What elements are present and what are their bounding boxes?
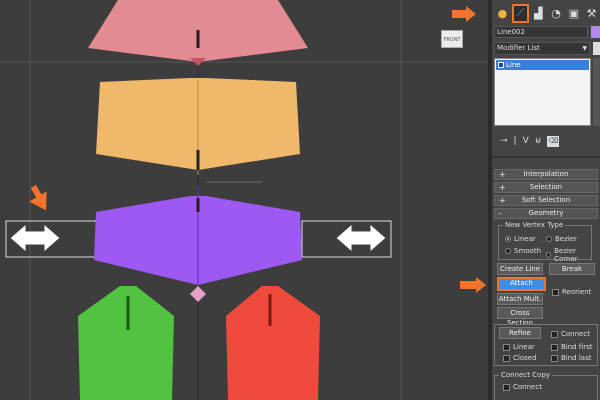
- viewport-scene[interactable]: [0, 0, 488, 400]
- hierarchy-tab[interactable]: ▟: [530, 4, 547, 23]
- annotation-arrow-icon: [460, 277, 486, 293]
- command-tabs: ● ⟋ ▟ ◔ ▣ ⚒: [492, 2, 600, 24]
- stack-item-label: Line: [506, 61, 521, 69]
- refine-button[interactable]: Refine: [499, 327, 541, 339]
- checkbox-box: [551, 330, 558, 338]
- show-end-result-icon[interactable]: |: [514, 136, 517, 146]
- radio-dot: [546, 252, 552, 258]
- stack-toolbar: ⊸ | Ⅴ ⊌ ⌫: [496, 134, 600, 148]
- refine-group: Refine Connect Linear Bind first Closed …: [494, 324, 598, 366]
- connect-copy-checkbox[interactable]: Connect: [503, 383, 542, 391]
- radio-bezier[interactable]: Bezier: [546, 235, 577, 243]
- checkbox-label: Connect: [561, 330, 590, 338]
- modifier-stack[interactable]: Line: [494, 58, 591, 126]
- shape-purple-pivot: [190, 286, 206, 302]
- checkbox-box: [551, 354, 558, 362]
- checkbox-label: Reorient: [562, 288, 592, 296]
- configure-sets-icon[interactable]: ⌫: [547, 135, 560, 147]
- rollout-label: Selection: [529, 183, 563, 191]
- checkbox-box: [551, 343, 558, 351]
- checkbox-box: [552, 288, 559, 296]
- display-tab[interactable]: ▣: [565, 4, 582, 23]
- checkbox-label: Bind last: [561, 354, 592, 362]
- radio-linear[interactable]: Linear: [505, 235, 536, 243]
- expand-icon: +: [499, 170, 506, 179]
- checkbox-label: Connect: [513, 383, 542, 391]
- reorient-checkbox[interactable]: Reorient: [552, 288, 591, 296]
- checkbox-label: Linear: [513, 343, 535, 351]
- modifier-list-dropdown[interactable]: Modifier List ▼: [494, 42, 590, 55]
- object-name-field[interactable]: Line002: [494, 26, 588, 38]
- shape-green[interactable]: [78, 286, 174, 400]
- checkbox-label: Bind first: [561, 343, 593, 351]
- radio-label: Bezier Corner: [554, 247, 578, 263]
- rollout-geometry[interactable]: - Geometry: [494, 208, 598, 219]
- rollout-soft-selection[interactable]: + Soft Selection: [494, 195, 598, 206]
- cross-section-button[interactable]: Cross Section: [497, 307, 543, 327]
- new-vertex-type-group: New Vertex Type Linear Bezier Smooth Bez…: [498, 221, 592, 263]
- motion-tab[interactable]: ◔: [548, 4, 565, 23]
- object-color-swatch[interactable]: [591, 26, 600, 38]
- remove-modifier-icon[interactable]: ⊌: [535, 136, 542, 146]
- rollout-label: Soft Selection: [521, 196, 571, 204]
- rollout-interpolation[interactable]: + Interpolation: [494, 169, 598, 180]
- modifier-list-label: Modifier List: [497, 44, 540, 52]
- rollout-label: Geometry: [528, 209, 564, 217]
- bind-last-checkbox[interactable]: Bind last: [551, 354, 591, 362]
- right-double-arrow-icon: [335, 222, 387, 254]
- command-panel: ● ⟋ ▟ ◔ ▣ ⚒ Line002 Modifier List ▼ Line…: [492, 0, 600, 400]
- radio-dot: [505, 236, 511, 242]
- annotation-arrow-icon: [29, 185, 47, 211]
- left-double-arrow-icon: [9, 222, 61, 254]
- make-unique-icon[interactable]: Ⅴ: [523, 136, 529, 146]
- expand-icon[interactable]: [498, 62, 504, 68]
- break-button[interactable]: Break: [549, 263, 595, 275]
- annotation-arrow-icon: [452, 6, 476, 22]
- create-line-button[interactable]: Create Line: [497, 263, 543, 275]
- connect-checkbox[interactable]: Connect: [551, 330, 590, 338]
- closed-checkbox[interactable]: Closed: [503, 354, 537, 362]
- viewcube[interactable]: FRONT: [441, 30, 463, 48]
- viewport-front[interactable]: FRONT: [0, 0, 488, 400]
- rollout-label: Interpolation: [523, 170, 569, 178]
- separator: [492, 156, 600, 158]
- linear-checkbox[interactable]: Linear: [503, 343, 535, 351]
- shape-red[interactable]: [226, 286, 320, 400]
- stack-scrollbar[interactable]: [593, 58, 600, 126]
- group-title: New Vertex Type: [503, 221, 566, 229]
- radio-smooth[interactable]: Smooth: [505, 247, 541, 255]
- checkbox-box: [503, 354, 510, 362]
- modify-tab[interactable]: ⟋: [511, 3, 529, 23]
- connect-copy-group: Connect Copy Connect: [494, 371, 598, 400]
- modifier-list-button[interactable]: [593, 42, 600, 55]
- radio-label: Smooth: [514, 247, 542, 255]
- radio-bezier-corner[interactable]: Bezier Corner: [546, 247, 591, 263]
- collapse-icon: -: [499, 209, 502, 218]
- expand-icon: +: [499, 196, 506, 205]
- chevron-down-icon: ▼: [582, 45, 587, 52]
- expand-icon: +: [499, 183, 506, 192]
- radio-dot: [505, 248, 511, 254]
- create-tab[interactable]: ●: [494, 4, 511, 23]
- attach-mult-button[interactable]: Attach Mult.: [497, 293, 543, 305]
- utilities-tab[interactable]: ⚒: [583, 4, 600, 23]
- checkbox-box: [503, 383, 510, 391]
- bind-first-checkbox[interactable]: Bind first: [551, 343, 593, 351]
- checkbox-box: [503, 343, 510, 351]
- attach-button[interactable]: Attach: [497, 277, 546, 291]
- checkbox-label: Closed: [513, 354, 537, 362]
- radio-dot: [546, 236, 552, 242]
- group-title: Connect Copy: [499, 371, 552, 379]
- radio-label: Bezier: [555, 235, 577, 243]
- rollout-selection[interactable]: + Selection: [494, 182, 598, 193]
- stack-item-line[interactable]: Line: [496, 60, 589, 70]
- pin-stack-icon[interactable]: ⊸: [500, 136, 508, 146]
- radio-label: Linear: [514, 235, 536, 243]
